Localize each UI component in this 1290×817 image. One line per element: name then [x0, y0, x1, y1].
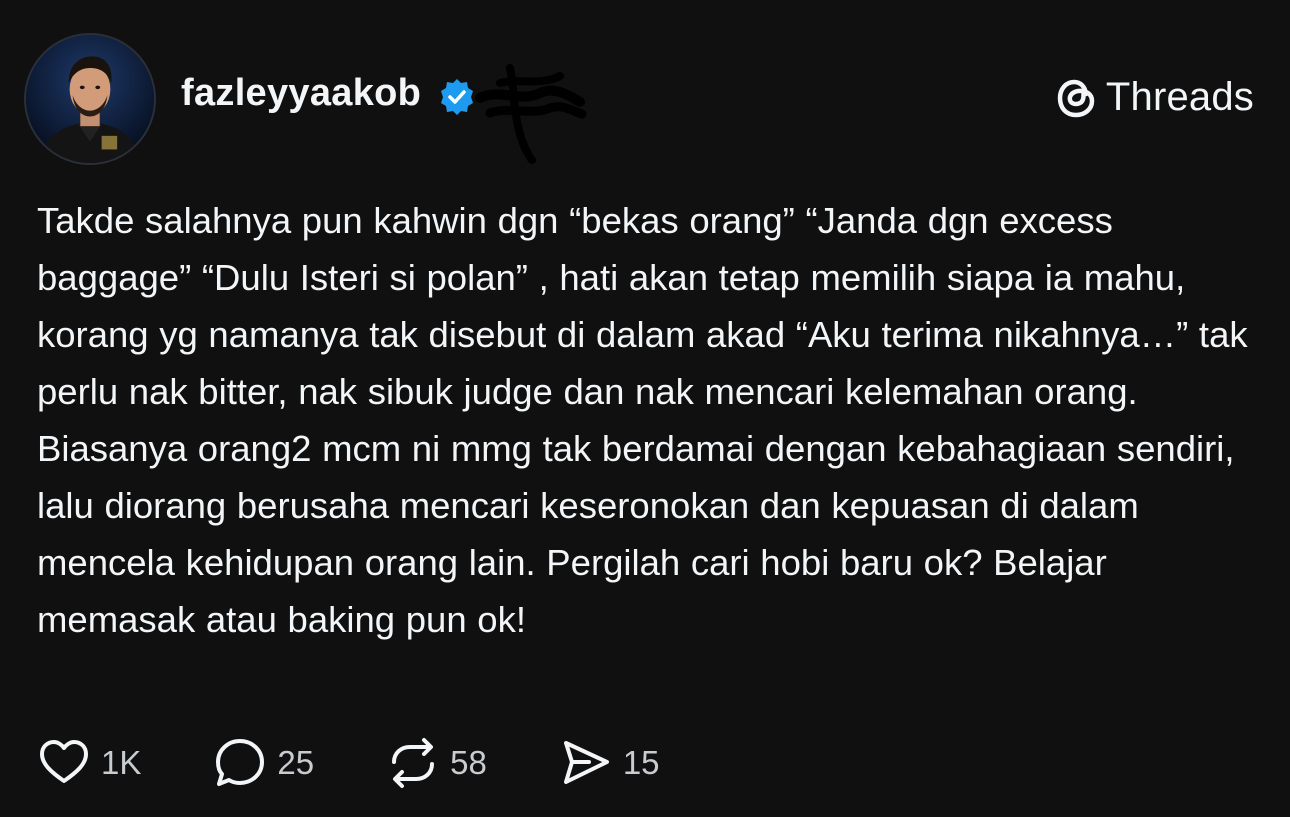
action-bar: 1K 25 58 15 — [37, 734, 660, 792]
threads-logo-icon — [1057, 79, 1095, 118]
redaction-scribble — [475, 64, 587, 164]
heart-icon — [40, 740, 88, 783]
avatar[interactable] — [24, 33, 156, 165]
repost-count: 58 — [450, 744, 487, 781]
username[interactable]: fazleyyaakob — [181, 72, 421, 115]
brand-label: Threads — [1105, 74, 1254, 119]
like-button[interactable]: 1K — [37, 736, 141, 790]
reply-count: 25 — [277, 744, 315, 781]
threads-brand[interactable]: Threads — [1054, 73, 1254, 121]
like-count: 1K — [101, 744, 142, 781]
send-icon — [563, 741, 609, 784]
reply-button[interactable]: 25 — [213, 736, 314, 790]
repost-icon — [392, 738, 435, 788]
avatar-photo — [26, 35, 154, 163]
share-count: 15 — [622, 744, 660, 781]
speech-bubble-icon — [216, 739, 265, 786]
threads-post: fazleyyaakob Threads Takde salahnya pun … — [0, 0, 1290, 817]
post-text: Takde salahnya pun kahwin dgn “bekas ora… — [37, 200, 1259, 640]
repost-button[interactable]: 58 — [386, 736, 487, 790]
share-button[interactable]: 15 — [559, 736, 660, 790]
